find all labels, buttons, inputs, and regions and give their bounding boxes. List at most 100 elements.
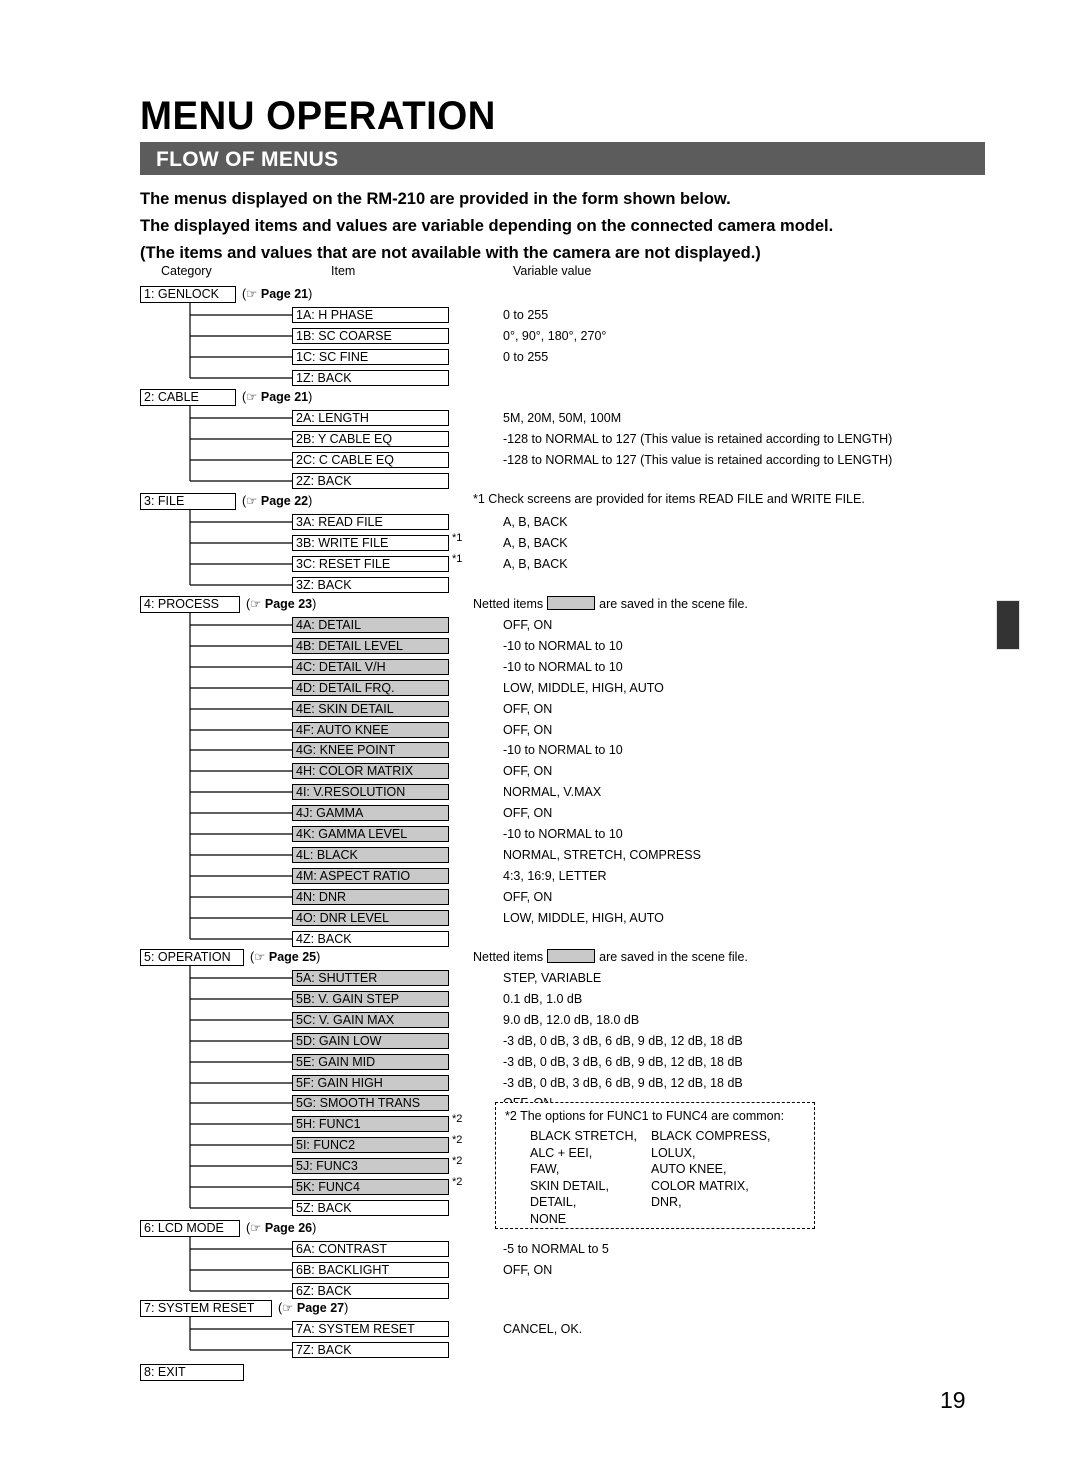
menu-item-box[interactable]: 2Z: BACK: [292, 473, 449, 489]
category-box[interactable]: 6: LCD MODE: [140, 1220, 240, 1237]
variable-value-text: 4:3, 16:9, LETTER: [503, 869, 607, 883]
variable-value-text: OFF, ON: [503, 764, 553, 778]
menu-item-label: 2Z: BACK: [296, 474, 352, 488]
netted-note-prefix: Netted items: [473, 950, 544, 964]
menu-item-box[interactable]: 7A: SYSTEM RESET: [292, 1321, 449, 1337]
menu-item-box[interactable]: 5K: FUNC4: [292, 1179, 449, 1195]
func-footnote-marker: *2: [505, 1109, 517, 1123]
menu-item-box[interactable]: 5F: GAIN HIGH: [292, 1075, 449, 1091]
menu-item-box[interactable]: 5I: FUNC2: [292, 1137, 449, 1153]
netted-note-operation: Netted items are saved in the scene file.: [473, 949, 748, 965]
menu-item-label: 4N: DNR: [296, 890, 347, 904]
func-footnote-title: *2 The options for FUNC1 to FUNC4 are co…: [505, 1109, 784, 1123]
menu-item-box[interactable]: 3Z: BACK: [292, 577, 449, 593]
category-box[interactable]: 2: CABLE: [140, 389, 236, 406]
menu-item-box[interactable]: 2B: Y CABLE EQ: [292, 431, 449, 447]
menu-item-label: 2C: C CABLE EQ: [296, 453, 394, 467]
menu-item-label: 6A: CONTRAST: [296, 1242, 387, 1256]
menu-item-label: 4H: COLOR MATRIX: [296, 764, 414, 778]
func-options-footnote-box: *2 The options for FUNC1 to FUNC4 are co…: [495, 1102, 815, 1229]
page-reference[interactable]: (☞ Page 23): [246, 597, 316, 612]
menu-item-box[interactable]: 4M: ASPECT RATIO: [292, 868, 449, 884]
func-option-right: AUTO KNEE,: [651, 1162, 727, 1176]
page-reference[interactable]: (☞ Page 25): [250, 950, 320, 965]
menu-item-box[interactable]: 5A: SHUTTER: [292, 970, 449, 986]
menu-item-box[interactable]: 2C: C CABLE EQ: [292, 452, 449, 468]
menu-item-label: 6Z: BACK: [296, 1284, 352, 1298]
menu-item-box[interactable]: 4O: DNR LEVEL: [292, 910, 449, 926]
menu-item-label: 4M: ASPECT RATIO: [296, 869, 411, 883]
menu-item-box[interactable]: 5D: GAIN LOW: [292, 1033, 449, 1049]
variable-value-text: 0 to 255: [503, 308, 549, 322]
page-reference[interactable]: (☞ Page 26): [246, 1221, 316, 1236]
func-option-left: SKIN DETAIL,: [530, 1178, 609, 1193]
menu-item-box[interactable]: 4Z: BACK: [292, 931, 449, 947]
menu-item-box[interactable]: 4L: BLACK: [292, 847, 449, 863]
variable-value-text: 0 to 255: [503, 350, 549, 364]
menu-item-label: 4J: GAMMA: [296, 806, 364, 820]
menu-item-box[interactable]: 4I: V.RESOLUTION: [292, 784, 449, 800]
menu-item-box[interactable]: 4K: GAMMA LEVEL: [292, 826, 449, 842]
pointing-hand-icon: ☞: [246, 494, 258, 508]
menu-item-box[interactable]: 1Z: BACK: [292, 370, 449, 386]
menu-item-label: 1C: SC FINE: [296, 350, 369, 364]
menu-item-box[interactable]: 4C: DETAIL V/H: [292, 659, 449, 675]
menu-item-box[interactable]: 4H: COLOR MATRIX: [292, 763, 449, 779]
page-reference[interactable]: (☞ Page 21): [242, 287, 312, 302]
menu-item-box[interactable]: 4D: DETAIL FRQ.: [292, 680, 449, 696]
variable-value-text: -3 dB, 0 dB, 3 dB, 6 dB, 9 dB, 12 dB, 18…: [503, 1034, 743, 1048]
menu-item-box[interactable]: 5E: GAIN MID: [292, 1054, 449, 1070]
category-box[interactable]: 8: EXIT: [140, 1364, 244, 1381]
page-reference[interactable]: (☞ Page 22): [242, 494, 312, 509]
menu-item-label: 5F: GAIN HIGH: [296, 1076, 383, 1090]
menu-item-box[interactable]: 5G: SMOOTH TRANS: [292, 1095, 449, 1111]
menu-item-box[interactable]: 6A: CONTRAST: [292, 1241, 449, 1257]
variable-value-text: A, B, BACK: [503, 557, 568, 571]
menu-item-box[interactable]: 5J: FUNC3: [292, 1158, 449, 1174]
menu-item-box[interactable]: 4J: GAMMA: [292, 805, 449, 821]
menu-item-box[interactable]: 7Z: BACK: [292, 1342, 449, 1358]
menu-item-box[interactable]: 5B: V. GAIN STEP: [292, 991, 449, 1007]
category-box[interactable]: 7: SYSTEM RESET: [140, 1300, 272, 1317]
menu-item-box[interactable]: 3C: RESET FILE: [292, 556, 449, 572]
menu-item-label: 5K: FUNC4: [296, 1180, 360, 1194]
menu-item-label: 4G: KNEE POINT: [296, 743, 396, 757]
menu-item-box[interactable]: 6Z: BACK: [292, 1283, 449, 1299]
menu-item-box[interactable]: 2A: LENGTH: [292, 410, 449, 426]
menu-item-box[interactable]: 3A: READ FILE: [292, 514, 449, 530]
menu-item-box[interactable]: 5H: FUNC1: [292, 1116, 449, 1132]
menu-item-box[interactable]: 4E: SKIN DETAIL: [292, 701, 449, 717]
menu-item-label: 1A: H PHASE: [296, 308, 374, 322]
netted-note-suffix: are saved in the scene file.: [599, 597, 748, 611]
variable-value-text: -10 to NORMAL to 10: [503, 743, 623, 757]
variable-value-text: OFF, ON: [503, 806, 553, 820]
category-box[interactable]: 1: GENLOCK: [140, 286, 236, 303]
menu-item-box[interactable]: 3B: WRITE FILE: [292, 535, 449, 551]
menu-item-box[interactable]: 6B: BACKLIGHT: [292, 1262, 449, 1278]
menu-item-box[interactable]: 5C: V. GAIN MAX: [292, 1012, 449, 1028]
menu-item-box[interactable]: 1C: SC FINE: [292, 349, 449, 365]
menu-item-box[interactable]: 4F: AUTO KNEE: [292, 722, 449, 738]
pointing-hand-icon: ☞: [282, 1301, 294, 1315]
func-option-right: COLOR MATRIX,: [651, 1178, 749, 1193]
menu-item-label: 4D: DETAIL FRQ.: [296, 681, 395, 695]
pointing-hand-icon: ☞: [250, 597, 262, 611]
category-box[interactable]: 5: OPERATION: [140, 949, 244, 966]
menu-item-box[interactable]: 5Z: BACK: [292, 1200, 449, 1216]
menu-item-box[interactable]: 4B: DETAIL LEVEL: [292, 638, 449, 654]
page-reference[interactable]: (☞ Page 27): [278, 1301, 348, 1316]
menu-item-box[interactable]: 4N: DNR: [292, 889, 449, 905]
category-label: 6: LCD MODE: [144, 1221, 224, 1235]
menu-item-box[interactable]: 4G: KNEE POINT: [292, 742, 449, 758]
variable-value-text: CANCEL, OK.: [503, 1322, 583, 1336]
menu-item-box[interactable]: 1A: H PHASE: [292, 307, 449, 323]
menu-item-box[interactable]: 1B: SC COARSE: [292, 328, 449, 344]
menu-item-label: 5H: FUNC1: [296, 1117, 361, 1131]
variable-value-text: -3 dB, 0 dB, 3 dB, 6 dB, 9 dB, 12 dB, 18…: [503, 1055, 743, 1069]
category-box[interactable]: 3: FILE: [140, 493, 236, 510]
variable-value-text: -128 to NORMAL to 127 (This value is ret…: [503, 453, 893, 467]
category-box[interactable]: 4: PROCESS: [140, 596, 240, 613]
menu-item-box[interactable]: 4A: DETAIL: [292, 617, 449, 633]
menu-item-label: 4C: DETAIL V/H: [296, 660, 386, 674]
page-reference[interactable]: (☞ Page 21): [242, 390, 312, 405]
